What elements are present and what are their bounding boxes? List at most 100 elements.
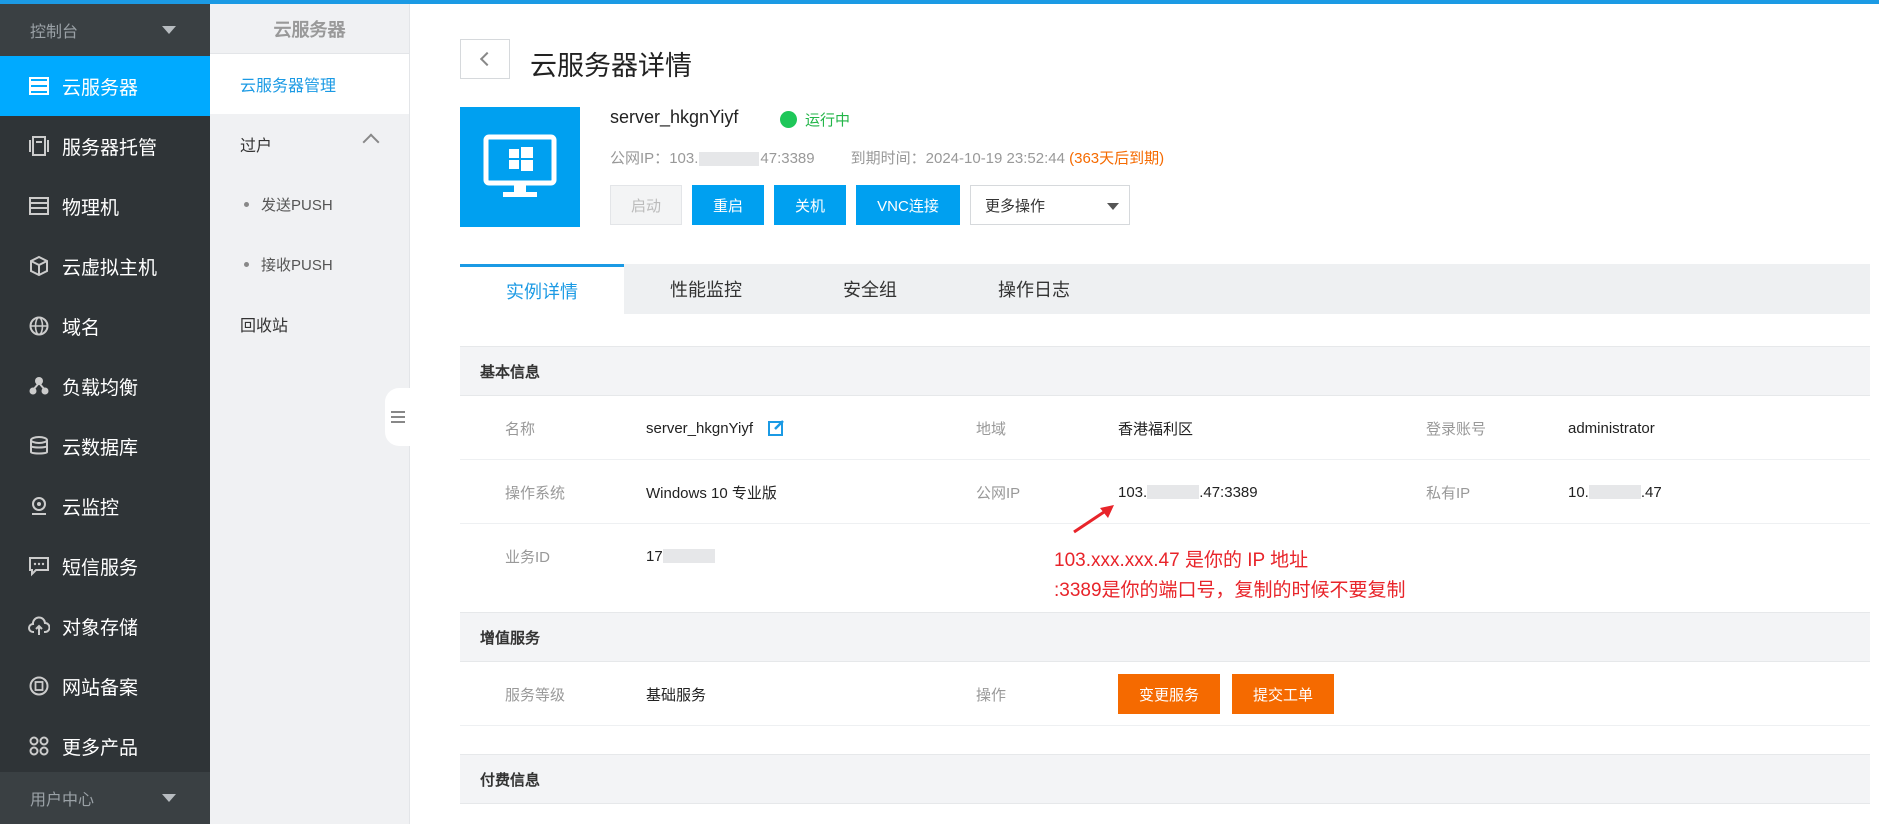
more-actions-label: 更多操作 [985, 197, 1046, 215]
annotation-arrow-icon [1073, 505, 1114, 534]
sidebar-item-label: 云服务器 [62, 77, 139, 99]
operation-label: 操作 [976, 686, 1007, 704]
record-icon [28, 675, 50, 697]
value-added-panel: 增值服务 服务等级 基础服务 操作 变更服务 提交工单 [460, 612, 1870, 726]
info-row: 操作系统 Windows 10 专业版 公网IP 103. .47:3389 私有… [460, 460, 1870, 524]
sidebar-item-more-products[interactable]: 更多产品 [0, 716, 210, 776]
caret-down-icon [162, 794, 176, 802]
sidebar-item-sms[interactable]: 短信服务 [0, 536, 210, 596]
server-meta: 公网IP：103. 47:3389 到期时间：2024-10-19 23:52:44… [610, 147, 1164, 168]
windows-server-icon [460, 107, 580, 227]
shutdown-button[interactable]: 关机 [774, 185, 846, 225]
sidebar-item-label: 域名 [62, 317, 101, 339]
sidebar-item-site-record[interactable]: 网站备案 [0, 656, 210, 716]
tab-security-group[interactable]: 安全组 [788, 264, 952, 314]
sidebar-item-server-hosting[interactable]: 服务器托管 [0, 116, 210, 176]
os-value: Windows 10 专业版 [646, 484, 777, 502]
os-label: 操作系统 [505, 484, 566, 502]
caret-down-icon [1107, 203, 1119, 210]
sidebar-item-object-storage[interactable]: 对象存储 [0, 596, 210, 656]
sidebar-item-label: 更多产品 [62, 737, 139, 759]
expire-note: (363天后到期) [1069, 150, 1165, 167]
public-ip-suffix: 47:3389 [760, 150, 815, 167]
private-ip-prefix: 10. [1568, 483, 1589, 501]
sidebar-item-cloud-server[interactable]: 云服务器 [0, 56, 210, 116]
public-ip-value: 103. .47:3389 [1118, 460, 1258, 524]
operation-buttons: 变更服务 提交工单 [1118, 662, 1346, 726]
cube-icon [28, 255, 50, 277]
annotation-note: 103.xxx.xxx.47 是你的 IP 地址 :3389是你的端口号，复制的… [1054, 546, 1406, 606]
sidebar-item-label: 网站备案 [62, 677, 139, 699]
submenu-item-server-management[interactable]: 云服务器管理 [210, 54, 409, 114]
expire-time: 2024-10-19 23:52:44 [925, 150, 1065, 167]
vnc-connect-button[interactable]: VNC连接 [856, 185, 960, 225]
submenu-item-label: 发送PUSH [261, 196, 333, 214]
status-dot-icon [780, 111, 797, 128]
menu-icon [391, 416, 405, 418]
grid-icon [28, 735, 50, 757]
tab-performance[interactable]: 性能监控 [624, 264, 788, 314]
balance-icon [28, 375, 50, 397]
sidebar-section-user-center[interactable]: 用户中心 [0, 772, 210, 824]
sidebar-item-load-balance[interactable]: 负载均衡 [0, 356, 210, 416]
sidebar-item-label: 云监控 [62, 497, 120, 519]
public-ip-label: 公网IP： [610, 150, 670, 167]
hosting-icon [28, 135, 50, 157]
annotation-line-2: :3389是你的端口号，复制的时候不要复制 [1054, 580, 1406, 601]
service-level-label: 服务等级 [505, 686, 566, 704]
public-ip-prefix: 103. [669, 150, 699, 167]
tab-instance-details[interactable]: 实例详情 [460, 264, 624, 314]
status-badge: 运行中 [780, 109, 850, 130]
sidebar-item-cloud-database[interactable]: 云数据库 [0, 416, 210, 476]
sidebar-item-label: 服务器托管 [62, 137, 158, 159]
sidebar-item-label: 短信服务 [62, 557, 139, 579]
sidebar-item-domain[interactable]: 域名 [0, 296, 210, 356]
account-value: administrator [1568, 419, 1655, 437]
server-name: server_hkgnYiyf [610, 107, 739, 127]
basic-info-heading: 基本信息 [460, 346, 1870, 396]
expire-label: 到期时间： [850, 150, 926, 167]
secondary-menu-title: 云服务器 [210, 4, 409, 54]
submenu-item-label: 云服务器管理 [240, 78, 337, 95]
submenu-item-send-push[interactable]: 发送PUSH [210, 174, 409, 234]
chevron-up-icon [362, 133, 380, 151]
name-value-cell: server_hkgnYiyf [646, 396, 785, 460]
redacted-mask [1588, 485, 1641, 499]
collapse-menu-toggle[interactable] [385, 388, 411, 446]
database-icon [28, 435, 50, 457]
billing-panel: 付费信息 [460, 754, 1870, 804]
private-ip-suffix: .47 [1640, 483, 1662, 501]
change-service-button[interactable]: 变更服务 [1118, 674, 1220, 714]
redacted-mask [1147, 485, 1200, 499]
status-label: 运行中 [805, 112, 851, 129]
name-label: 名称 [505, 420, 536, 438]
edit-icon[interactable] [767, 419, 785, 437]
sidebar-item-virtual-host[interactable]: 云虚拟主机 [0, 236, 210, 296]
sidebar-item-label: 云数据库 [62, 437, 139, 459]
service-level-value: 基础服务 [646, 686, 707, 704]
billing-heading: 付费信息 [460, 754, 1870, 804]
sidebar-item-label: 负载均衡 [62, 377, 139, 399]
private-ip-label: 私有IP [1426, 484, 1471, 502]
submit-ticket-button[interactable]: 提交工单 [1232, 674, 1334, 714]
biz-id-value: 17 [646, 524, 715, 588]
sidebar-item-label: 云虚拟主机 [62, 257, 158, 279]
submenu-item-receive-push[interactable]: 接收PUSH [210, 234, 409, 294]
tab-operation-log[interactable]: 操作日志 [952, 264, 1116, 314]
sidebar-item-cloud-monitor[interactable]: 云监控 [0, 476, 210, 536]
info-row: 名称 server_hkgnYiyf 地域 香港福利区 登录账号 adminis… [460, 396, 1870, 460]
redacted-mask [699, 152, 760, 167]
sidebar-item-label: 物理机 [62, 197, 120, 219]
name-value: server_hkgnYiyf [646, 419, 753, 437]
submenu-item-recycle-bin[interactable]: 回收站 [210, 294, 409, 354]
back-button[interactable] [460, 39, 510, 79]
submenu-item-label: 接收PUSH [261, 256, 333, 274]
more-actions-select[interactable]: 更多操作 [970, 185, 1130, 225]
sidebar-section-console[interactable]: 控制台 [0, 4, 210, 56]
submenu-item-transfer[interactable]: 过户 [210, 114, 409, 174]
start-button[interactable]: 启动 [610, 185, 682, 225]
sidebar-item-physical-machine[interactable]: 物理机 [0, 176, 210, 236]
public-ip-prefix: 103. [1118, 483, 1148, 501]
secondary-menu: 云服务器 云服务器管理 过户 发送PUSH 接收PUSH 回收站 [210, 4, 410, 824]
restart-button[interactable]: 重启 [692, 185, 764, 225]
